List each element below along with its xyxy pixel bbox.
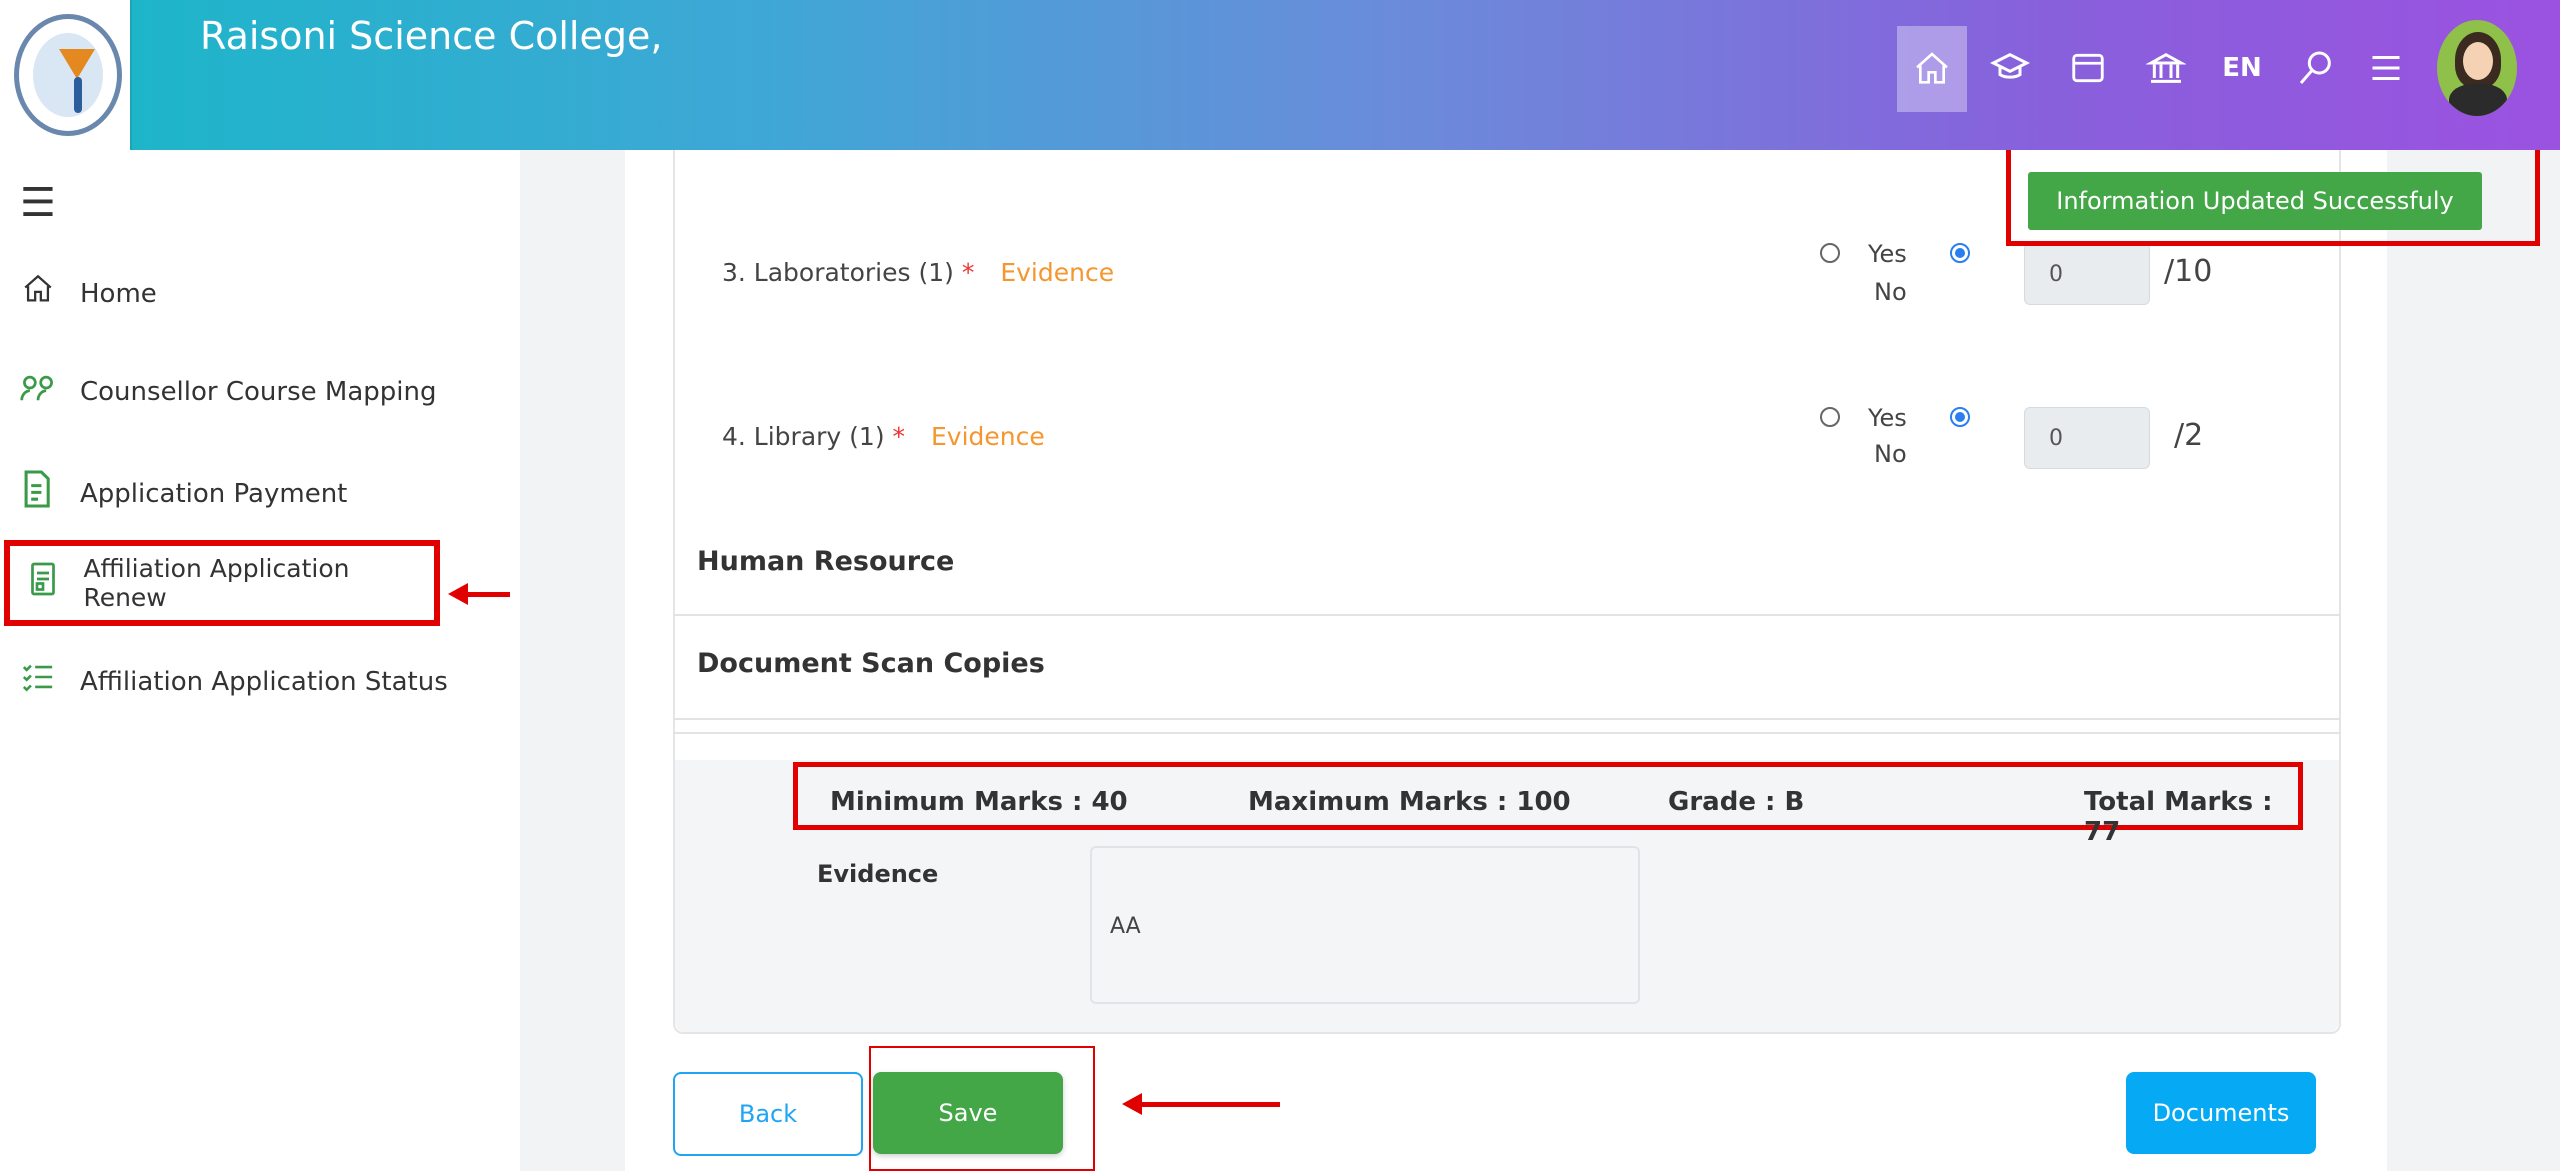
success-toast: Information Updated Successfuly [2028, 172, 2482, 230]
sidebar-item-label: Affiliation Application Renew [83, 554, 350, 612]
evidence-label: Evidence [817, 860, 939, 888]
score-input-laboratories[interactable]: 0 [2024, 243, 2150, 305]
evidence-textarea[interactable]: AA [1090, 846, 1640, 1004]
sidebar: ☰ Home Counsellor Course Mapping Applica… [0, 150, 520, 1171]
document-icon [22, 559, 63, 608]
sidebar-item-application-payment[interactable]: Application Payment [16, 468, 347, 519]
question-library: 4. Library (1) * Evidence [722, 422, 1045, 451]
evidence-link[interactable]: Evidence [931, 422, 1045, 451]
sidebar-item-home[interactable]: Home [16, 272, 157, 315]
sidebar-item-label: Affiliation Application Status [80, 666, 448, 697]
radio-yes-label: Yes [1868, 404, 1907, 432]
radio-no-label: No [1874, 440, 1907, 468]
sidebar-item-affiliation-application-status[interactable]: Affiliation Application Status [16, 660, 448, 703]
question-laboratories: 3. Laboratories (1) * Evidence [722, 258, 1115, 287]
user-avatar[interactable] [2437, 20, 2517, 116]
home-icon [16, 272, 60, 315]
college-logo[interactable] [0, 0, 132, 150]
minimum-marks: Minimum Marks : 40 [830, 787, 1128, 817]
section-document-scan-copies[interactable]: Document Scan Copies [697, 648, 1045, 679]
window-icon[interactable] [2058, 38, 2118, 98]
radio-no-label: No [1874, 278, 1907, 306]
score-max-label: /10 [2164, 254, 2213, 289]
radio-yes-library[interactable] [1820, 407, 1840, 427]
annotation-arrow [1122, 1093, 1280, 1115]
home-icon[interactable] [1897, 26, 1967, 112]
annotation-arrow [448, 583, 510, 605]
divider [673, 732, 2341, 734]
sidebar-item-label: Counsellor Course Mapping [80, 377, 437, 407]
sidebar-toggle-icon[interactable]: ☰ [20, 180, 56, 226]
total-marks: Total Marks : 77 [2084, 787, 2273, 847]
maximum-marks: Maximum Marks : 100 [1248, 787, 1571, 817]
institution-icon[interactable] [2136, 38, 2196, 98]
menu-icon[interactable] [2356, 38, 2416, 98]
evidence-link[interactable]: Evidence [1000, 258, 1114, 287]
sidebar-item-affiliation-application-renew[interactable]: Affiliation Application Renew [4, 540, 440, 626]
logo-emblem [14, 14, 122, 136]
sidebar-item-counsellor-course-mapping[interactable]: Counsellor Course Mapping [16, 372, 436, 412]
section-human-resource[interactable]: Human Resource [697, 546, 954, 577]
search-icon[interactable] [2286, 38, 2346, 98]
college-title: Raisoni Science College, [200, 14, 663, 58]
marks-summary: Minimum Marks : 40 Maximum Marks : 100 G… [793, 762, 2303, 847]
score-max-label: /2 [2174, 418, 2204, 453]
radio-no-library[interactable] [1950, 407, 1970, 427]
language-selector[interactable]: EN [2212, 38, 2272, 98]
sidebar-item-label: Home [80, 278, 157, 309]
save-button[interactable]: Save [873, 1072, 1063, 1154]
radio-no-laboratories[interactable] [1950, 243, 1970, 263]
back-button[interactable]: Back [673, 1072, 863, 1156]
radio-yes-laboratories[interactable] [1820, 243, 1840, 263]
graduation-cap-icon[interactable] [1980, 38, 2040, 98]
invoice-icon [16, 468, 60, 519]
radio-yes-label: Yes [1868, 240, 1907, 268]
divider [673, 718, 2341, 720]
grade: Grade : B [1668, 787, 1805, 817]
sidebar-item-label: Application Payment [80, 478, 348, 509]
documents-button[interactable]: Documents [2126, 1072, 2316, 1154]
checklist-icon [16, 660, 60, 703]
divider [673, 614, 2341, 616]
score-input-library[interactable]: 0 [2024, 407, 2150, 469]
users-icon [16, 372, 60, 412]
top-header: Raisoni Science College, EN [0, 0, 2560, 150]
